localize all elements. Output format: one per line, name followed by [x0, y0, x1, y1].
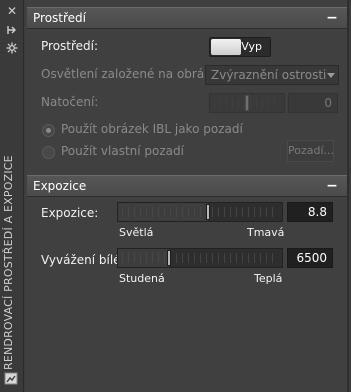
rotation-label: Natočení: [41, 95, 99, 109]
environment-toggle-state: Vyp [241, 40, 262, 53]
radio-ibl-background-label: Použít obrázek IBL jako pozadí [61, 122, 243, 136]
ibl-dropdown-value: Zvýraznění ostrosti [211, 68, 327, 82]
white-balance-max-label: Teplá [254, 272, 283, 285]
environment-section-title: Prostředí [33, 11, 86, 25]
ibl-label: Osvětlení založené na obrázku: [41, 67, 229, 81]
rotation-slider[interactable] [209, 93, 285, 113]
slider-ticks [122, 253, 278, 263]
exposure-section-title: Expozice [33, 179, 87, 193]
white-balance-slider[interactable] [117, 248, 283, 268]
environment-toggle[interactable]: Vyp [209, 37, 271, 57]
palette-menu-icon[interactable] [3, 370, 21, 388]
pin-icon[interactable] [4, 24, 20, 38]
exposure-label: Expozice: [41, 206, 99, 220]
exposure-input[interactable]: 8.8 [287, 202, 333, 222]
radio-custom-background[interactable] [42, 146, 55, 159]
rotation-input[interactable]: 0 [288, 93, 338, 113]
environment-collapse-button[interactable]: − [325, 10, 339, 26]
white-balance-label: Vyvážení bílé: [41, 253, 125, 267]
exposure-slider-thumb[interactable] [206, 204, 211, 220]
background-button[interactable]: Pozadí... [287, 140, 334, 162]
ibl-dropdown[interactable]: Zvýraznění ostrosti [205, 65, 339, 85]
palette-strip: ✕ RENDROVACÍ PROSTŘEDÍ A EXPOZICE [0, 0, 24, 392]
exposure-slider[interactable] [117, 202, 283, 222]
exposure-section-header[interactable]: Expozice − [27, 175, 347, 197]
white-balance-input[interactable]: 6500 [287, 248, 333, 268]
environment-section-header[interactable]: Prostředí − [27, 7, 347, 29]
white-balance-slider-thumb[interactable] [166, 250, 171, 266]
rotation-slider-thumb[interactable] [245, 95, 249, 111]
slider-ticks [122, 207, 278, 217]
toggle-knob [211, 39, 241, 55]
radio-custom-background-label: Použít vlastní pozadí [61, 144, 184, 158]
palette-title: RENDROVACÍ PROSTŘEDÍ A EXPOZICE [2, 155, 15, 370]
close-icon[interactable]: ✕ [4, 4, 20, 18]
white-balance-min-label: Studená [119, 272, 165, 285]
chevron-down-icon [327, 73, 335, 78]
render-environment-panel: Prostředí − Prostředí: Vyp Osvětlení zal… [25, 0, 349, 392]
gear-icon[interactable] [4, 42, 20, 56]
exposure-max-label: Tmavá [247, 226, 285, 239]
exposure-collapse-button[interactable]: − [325, 178, 339, 194]
environment-label: Prostředí: [41, 39, 99, 53]
radio-ibl-background[interactable] [42, 124, 55, 137]
exposure-min-label: Světlá [119, 226, 154, 239]
